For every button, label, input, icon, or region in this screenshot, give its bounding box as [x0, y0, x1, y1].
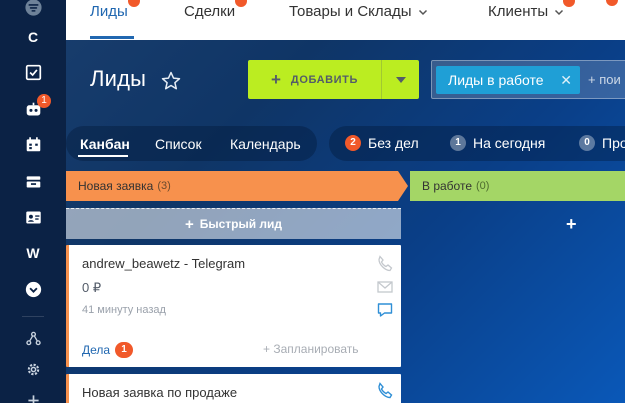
notification-dot [606, 0, 618, 6]
view-switcher: Канбан Список Календарь [66, 126, 317, 161]
rail-divider [22, 316, 44, 317]
counter-label: Про [602, 135, 625, 151]
tab-label: Клиенты [488, 3, 549, 20]
counter-badge: 1 [450, 135, 466, 151]
notification-dot [235, 0, 247, 7]
view-kanban[interactable]: Канбан [80, 136, 130, 152]
counters-bar: 2 Без дел 1 На сегодня 0 Про [329, 126, 625, 161]
lead-card[interactable]: andrew_beawetz - Telegram 0 ₽ 41 минуту … [66, 245, 401, 367]
search-input[interactable]: + пои [588, 72, 621, 87]
tab-clients[interactable]: Клиенты [488, 0, 575, 20]
view-calendar[interactable]: Календарь [230, 136, 301, 152]
notification-dot [563, 0, 575, 7]
card-title[interactable]: andrew_beawetz - Telegram [82, 256, 245, 271]
filter-chip[interactable]: Лиды в работе ✕ [436, 66, 580, 94]
top-navigation: Лиды Сделки Товары и Склады Клиенты [66, 0, 625, 40]
rail-letter-w: W [26, 245, 40, 261]
active-tab-underline [90, 36, 134, 39]
active-view-underline [78, 155, 128, 157]
quick-lead-label: Быстрый лид [199, 217, 283, 231]
chat-icon[interactable] [376, 301, 394, 319]
plus-icon: + [270, 70, 281, 89]
rail-item-c[interactable]: C [20, 24, 46, 50]
tab-label: Сделки [184, 3, 236, 20]
phone-icon[interactable] [376, 381, 394, 399]
calendar-icon[interactable] [20, 131, 46, 157]
star-icon[interactable] [160, 70, 182, 92]
card-price: 0 ₽ [82, 280, 102, 295]
counter-badge: 0 [579, 135, 595, 151]
column-count: (3) [157, 180, 171, 192]
card-time: 41 минуту назад [82, 304, 166, 316]
tab-leads[interactable]: Лиды [90, 0, 140, 20]
add-dropdown-button[interactable] [382, 60, 419, 99]
tab-label: Лиды [90, 3, 128, 20]
activities-badge: 1 [115, 342, 134, 358]
chevron-circle-icon[interactable] [20, 276, 46, 302]
column-header-new[interactable]: Новая заявка (3) [66, 171, 408, 201]
close-icon[interactable]: ✕ [560, 72, 572, 89]
checkbox-icon[interactable] [20, 59, 46, 85]
tab-label: Товары и Склады [289, 3, 412, 20]
filter-icon[interactable] [20, 0, 46, 20]
counter-no-tasks[interactable]: 2 Без дел [345, 135, 419, 151]
contact-card-icon[interactable] [20, 204, 46, 230]
plus-icon[interactable] [20, 387, 46, 403]
gear-icon[interactable] [20, 356, 46, 382]
counter-label: Без дел [368, 135, 419, 151]
view-list[interactable]: Список [155, 136, 202, 152]
counter-badge: 2 [345, 135, 361, 151]
left-sidebar: C 1 W [0, 0, 66, 403]
tab-deals[interactable]: Сделки [184, 0, 247, 20]
filter-search-bar[interactable]: Лиды в работе ✕ + пои [431, 60, 625, 99]
tab-products[interactable]: Товары и Склады [289, 3, 428, 20]
plus-icon: + [184, 215, 194, 233]
sitemap-icon[interactable] [20, 325, 46, 351]
filter-chip-label: Лиды в работе [448, 72, 544, 88]
add-button[interactable]: + ДОБАВИТЬ [248, 60, 419, 99]
add-button-main[interactable]: + ДОБАВИТЬ [248, 60, 381, 99]
column-header-in-progress[interactable]: В работе (0) [410, 171, 625, 201]
caret-down-icon [395, 76, 406, 83]
chevron-down-icon [555, 9, 564, 15]
counter-label: На сегодня [473, 135, 546, 151]
phone-icon[interactable] [376, 254, 394, 272]
card-title[interactable]: Новая заявка по продаже [82, 385, 237, 400]
quick-lead-button[interactable]: + Быстрый лид [66, 208, 401, 239]
add-card-plus-icon[interactable]: + [566, 214, 577, 235]
robot-icon[interactable]: 1 [20, 94, 51, 122]
rail-item-w[interactable]: W [20, 240, 46, 266]
chevron-down-icon [418, 9, 427, 15]
card-activities[interactable]: Дела 1 [82, 342, 134, 358]
page-title: Лиды [90, 66, 147, 91]
counter-today[interactable]: 1 На сегодня [450, 135, 545, 151]
robot-badge: 1 [37, 94, 51, 108]
mail-icon[interactable] [376, 278, 394, 296]
lead-card[interactable]: Новая заявка по продаже [66, 374, 401, 403]
plan-activity-link[interactable]: + Запланировать [263, 342, 359, 356]
column-count: (0) [476, 180, 490, 192]
counter-overdue[interactable]: 0 Про [579, 135, 625, 151]
column-title: В работе [422, 179, 473, 193]
storage-icon[interactable] [20, 168, 46, 194]
column-title: Новая заявка [78, 179, 154, 193]
add-button-label: ДОБАВИТЬ [290, 73, 359, 86]
rail-letter-c: C [27, 29, 39, 45]
card-activities-label: Дела [82, 343, 111, 357]
notification-dot [128, 0, 140, 7]
